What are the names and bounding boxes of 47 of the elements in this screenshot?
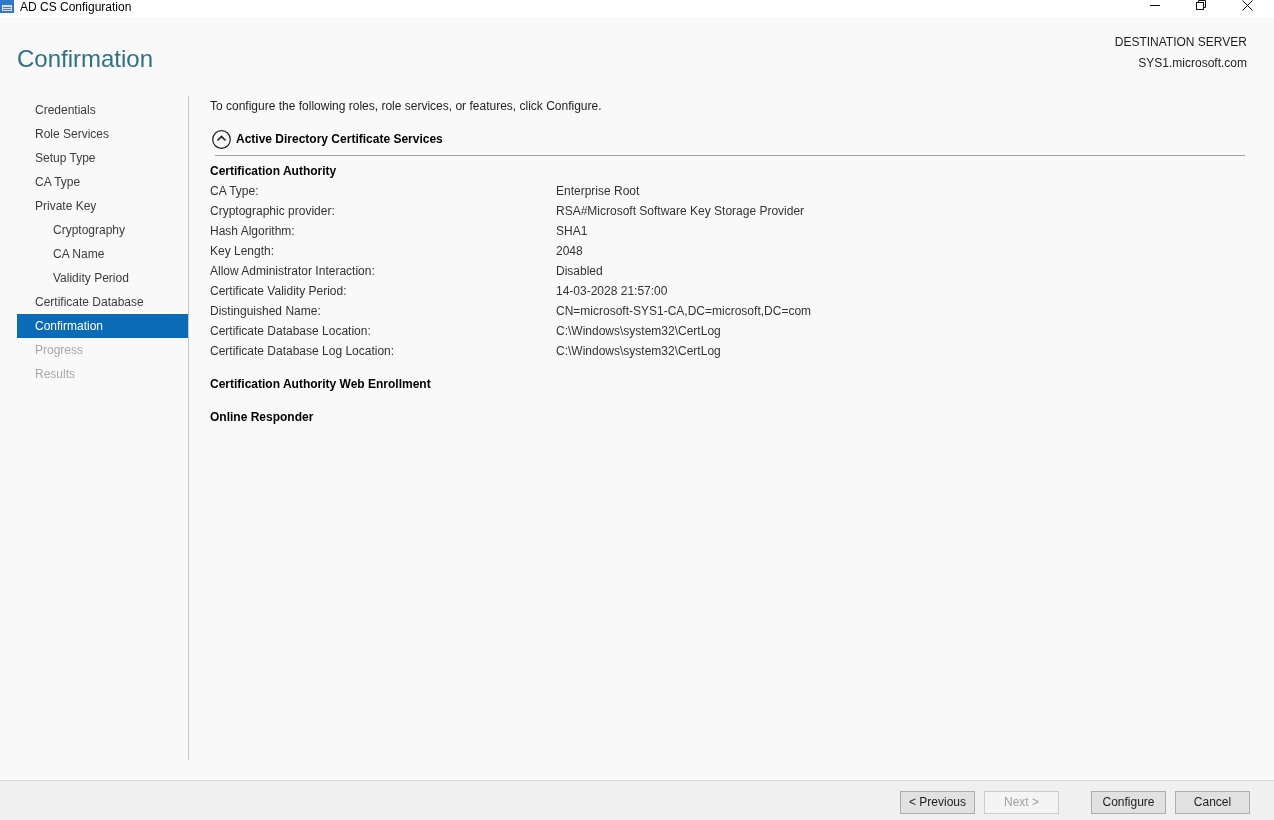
field-value: Enterprise Root — [556, 183, 641, 200]
sidebar-item[interactable]: CA Type — [17, 170, 188, 194]
sidebar-item[interactable]: Role Services — [17, 122, 188, 146]
field-label: Hash Algorithm: — [210, 223, 296, 240]
sidebar-item[interactable]: Credentials — [17, 98, 188, 122]
field-label: Distinguished Name: — [210, 303, 322, 320]
app-icon — [0, 0, 14, 13]
sidebar-item[interactable]: CA Name — [17, 242, 188, 266]
field-value: SHA1 — [556, 223, 589, 240]
chevron-up-icon[interactable] — [212, 129, 231, 149]
wizard-button[interactable]: Cancel — [1175, 791, 1250, 814]
field-label: Certificate Database Location: — [210, 323, 372, 340]
group-title: Certification Authority Web Enrollment — [210, 376, 432, 393]
wizard-button[interactable]: < Previous — [900, 791, 975, 814]
group-title: Certification Authority — [210, 163, 338, 180]
field-label: Certificate Validity Period: — [210, 283, 348, 300]
field-value: 2048 — [556, 243, 584, 260]
field-label: Cryptographic provider: — [210, 203, 336, 220]
section-title: Active Directory Certificate Services — [236, 131, 443, 148]
sidebar-item[interactable]: Certificate Database — [17, 290, 188, 314]
field-label: Key Length: — [210, 243, 276, 260]
field-value: C:\Windows\system32\CertLog — [556, 323, 722, 340]
sidebar-item: Results — [34, 366, 76, 383]
sidebar-item[interactable]: Cryptography — [17, 218, 188, 242]
sidebar-item[interactable]: Setup Type — [17, 146, 188, 170]
field-value: CN=microsoft-SYS1-CA,DC=microsoft,DC=com — [556, 303, 813, 320]
window-title: AD CS Configuration — [20, 0, 132, 14]
sidebar-item[interactable]: Confirmation — [17, 314, 188, 338]
sidebar-item: Progress — [34, 342, 85, 359]
group-title: Online Responder — [210, 409, 315, 426]
page-title: Confirmation — [17, 44, 154, 74]
field-value: 14-03-2028 21:57:00 — [556, 283, 669, 300]
sidebar-item[interactable]: Private Key — [17, 194, 188, 218]
field-value: C:\Windows\system32\CertLog — [556, 343, 722, 360]
sidebar-item[interactable]: Validity Period — [17, 266, 188, 290]
destination-server: SYS1.microsoft.com — [1138, 55, 1247, 72]
intro-text: To configure the following roles, role services, or features, click Configure. — [210, 98, 603, 115]
field-label: Certificate Database Log Location: — [210, 343, 396, 360]
field-value: RSA#Microsoft Software Key Storage Provider — [556, 203, 806, 220]
field-label: CA Type: — [210, 183, 260, 200]
field-label: Allow Administrator Interaction: — [210, 263, 376, 280]
close-icon[interactable] — [1241, 0, 1253, 11]
destination-label: DESTINATION SERVER — [1114, 34, 1247, 51]
field-value: Disabled — [556, 263, 604, 280]
wizard-button[interactable]: Configure — [1091, 791, 1166, 814]
restore-icon[interactable] — [1196, 0, 1206, 10]
wizard-button: Next > — [984, 791, 1059, 814]
